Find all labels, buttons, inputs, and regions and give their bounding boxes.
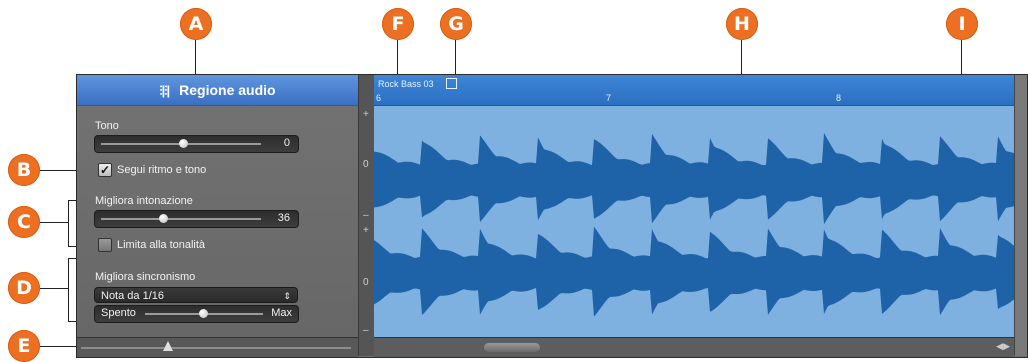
tono-slider[interactable]: 0 [94, 135, 299, 153]
ruler-mark-7: 7 [606, 93, 612, 103]
limita-label: Limita alla tonalità [117, 239, 206, 251]
waveform[interactable] [374, 106, 1014, 337]
sincronismo-slider[interactable]: Spento Max [94, 305, 299, 323]
vertical-scrollbar[interactable] [1014, 75, 1027, 356]
meter-zero-bot: 0 [363, 277, 369, 288]
zoom-slider[interactable] [77, 337, 358, 357]
ruler[interactable]: Rock Bass 03 6 7 8 [374, 75, 1014, 106]
ruler-mark-6: 6 [376, 93, 382, 103]
intonazione-track [101, 218, 261, 220]
tono-knob[interactable] [179, 139, 188, 148]
zoom-track [81, 347, 351, 349]
max-label: Max [271, 307, 292, 319]
callout-g: G [440, 8, 472, 40]
nota-select[interactable]: Nota da 1/16 ⇕ [94, 287, 298, 303]
meter-plus-top: + [363, 109, 369, 120]
garageband-editor: ⫶|⫶| Regione audio Tono 0 ✓ Segui ritmo e… [76, 74, 1028, 358]
segui-checkbox[interactable]: ✓ [98, 163, 112, 177]
meter-plus-bot: + [363, 225, 369, 236]
waveform-icon: ⫶|⫶| [159, 83, 170, 98]
tono-label: Tono [95, 120, 119, 132]
region-inspector: ⫶|⫶| Regione audio Tono 0 ✓ Segui ritmo e… [77, 75, 358, 356]
leader-e [40, 346, 80, 347]
migliora-sincronismo-label: Migliora sincronismo [95, 271, 196, 283]
horizontal-scrollbar[interactable]: ◀▶ [374, 337, 1014, 357]
meter-zero-top: 0 [363, 159, 369, 170]
nota-select-value: Nota da 1/16 [101, 290, 164, 302]
leader-c [40, 222, 68, 223]
leader-c-bracket [68, 200, 69, 246]
callout-f: F [382, 8, 414, 40]
meter-minus-bot: – [363, 325, 369, 336]
waveform-channel-1 [374, 133, 1014, 225]
callout-a: A [180, 8, 212, 40]
region-header: ⫶|⫶| Regione audio [77, 75, 358, 106]
intonazione-value: 36 [277, 212, 290, 224]
callout-d: D [8, 272, 40, 304]
region-name: Rock Bass 03 [378, 79, 434, 89]
callout-i: I [946, 8, 978, 40]
migliora-intonazione-label: Migliora intonazione [95, 195, 193, 207]
meter-minus-top: – [363, 210, 369, 221]
sincronismo-knob[interactable] [199, 309, 208, 318]
segui-label: Segui ritmo e tono [117, 164, 207, 176]
callout-c: C [8, 206, 40, 238]
callout-e: E [8, 330, 40, 362]
waveform-channel-2 [374, 226, 1014, 317]
leader-d [40, 288, 68, 289]
audio-region-editor[interactable]: Rock Bass 03 6 7 8 [374, 75, 1014, 337]
intonazione-slider[interactable]: 36 [94, 210, 299, 228]
tono-value: 0 [283, 137, 290, 149]
callout-b: B [8, 154, 40, 186]
callout-h: H [726, 8, 758, 40]
loop-icon[interactable] [446, 78, 457, 89]
region-title: Regione audio [179, 82, 276, 98]
scroll-arrow-icon[interactable]: ◀▶ [996, 341, 1010, 352]
limita-checkbox[interactable] [98, 238, 112, 252]
scroll-thumb[interactable] [484, 343, 540, 352]
leader-d-bracket [68, 258, 69, 322]
zoom-slider-icon[interactable] [163, 341, 173, 351]
select-arrow-icon: ⇕ [283, 291, 291, 301]
spento-label: Spento [101, 307, 136, 319]
intonazione-knob[interactable] [159, 214, 168, 223]
ruler-mark-8: 8 [836, 93, 842, 103]
